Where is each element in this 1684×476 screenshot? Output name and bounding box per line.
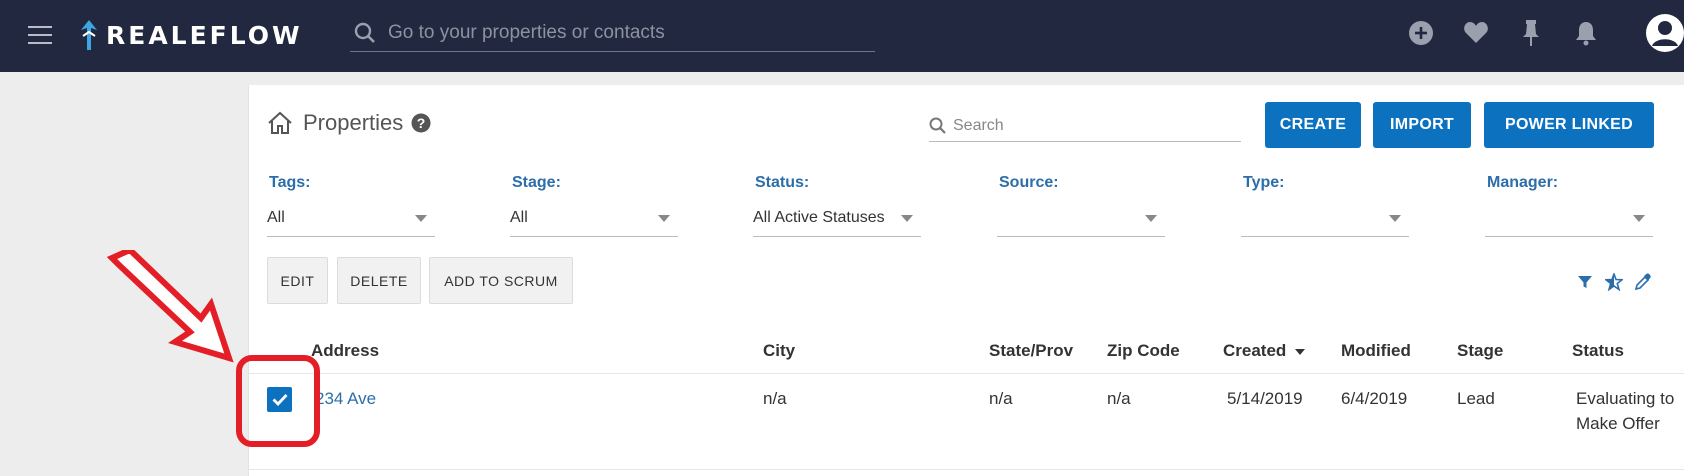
plus-circle-icon[interactable] [1406, 18, 1436, 48]
add-to-scrum-button[interactable]: ADD TO SCRUM [429, 257, 573, 304]
logo-mark-icon [81, 20, 97, 50]
search-icon [929, 117, 946, 134]
column-header-city[interactable]: City [763, 341, 795, 361]
chevron-down-icon [1145, 214, 1157, 222]
column-header-state[interactable]: State/Prov [989, 341, 1073, 361]
row-address-link[interactable]: 234 Ave [315, 389, 376, 409]
pin-icon[interactable] [1516, 18, 1546, 48]
chevron-down-icon [415, 214, 427, 222]
row-zip: n/a [1107, 389, 1131, 408]
create-button[interactable]: CREATE [1265, 102, 1361, 148]
table-row-divider [249, 469, 1684, 470]
eyedropper-icon[interactable] [1633, 272, 1653, 292]
chevron-down-icon [1389, 214, 1401, 222]
page-title-text: Properties [303, 110, 404, 135]
properties-search-input[interactable] [953, 116, 1233, 135]
row-created: 5/14/2019 [1227, 389, 1303, 408]
global-search[interactable] [350, 14, 875, 52]
chevron-down-icon [658, 214, 670, 222]
properties-search[interactable] [929, 110, 1241, 142]
heart-icon[interactable] [1461, 18, 1491, 48]
filter-stage-value: All [510, 209, 528, 226]
menu-icon[interactable] [28, 26, 52, 44]
row-modified: 6/4/2019 [1341, 389, 1408, 408]
user-avatar-icon[interactable] [1645, 13, 1684, 53]
row-city: n/a [763, 389, 787, 408]
house-icon [268, 111, 292, 134]
column-header-created[interactable]: Created [1223, 341, 1306, 361]
filter-type-select[interactable] [1241, 200, 1409, 237]
column-header-stage[interactable]: Stage [1457, 341, 1503, 361]
properties-panel: Properties ? CREATE IMPORT POWER LINKED … [248, 85, 1684, 476]
help-icon[interactable]: ? [411, 113, 431, 133]
filter-label-type: Type: [1243, 174, 1285, 191]
brand-name: REALEFLOW [106, 20, 303, 50]
filter-label-tags: Tags: [269, 174, 311, 191]
column-header-status[interactable]: Status [1572, 341, 1624, 361]
annotation-arrow-icon [106, 250, 234, 363]
page-title: Properties ? [267, 110, 431, 136]
delete-button[interactable]: DELETE [337, 257, 421, 304]
row-state: n/a [989, 389, 1013, 408]
column-header-created-label: Created [1223, 341, 1287, 360]
filter-label-status: Status: [755, 174, 810, 191]
filter-label-manager: Manager: [1487, 174, 1559, 191]
column-header-address[interactable]: Address [311, 341, 379, 361]
sort-desc-icon [1295, 348, 1306, 355]
filter-tags-value: All [267, 209, 285, 226]
global-search-input[interactable] [388, 21, 858, 44]
chevron-down-icon [901, 214, 913, 222]
power-linked-button[interactable]: POWER LINKED [1484, 102, 1654, 148]
column-header-zip[interactable]: Zip Code [1107, 341, 1180, 361]
search-icon [354, 22, 375, 43]
filter-tags-select[interactable]: All [267, 200, 435, 237]
star-edit-icon[interactable] [1604, 272, 1624, 292]
annotation-highlight-box [236, 355, 320, 447]
column-header-modified[interactable]: Modified [1341, 341, 1411, 361]
row-stage: Lead [1457, 389, 1495, 408]
brand-logo[interactable]: REALEFLOW [80, 18, 303, 52]
table-header-divider [249, 373, 1684, 374]
filter-source-select[interactable] [997, 200, 1165, 237]
bell-icon[interactable] [1571, 18, 1601, 48]
filter-icon[interactable] [1575, 272, 1595, 292]
filter-manager-select[interactable] [1485, 200, 1653, 237]
filter-status-value: All Active Statuses [753, 209, 885, 226]
chevron-down-icon [1633, 214, 1645, 222]
edit-button[interactable]: EDIT [267, 257, 328, 304]
svg-text:?: ? [417, 115, 426, 131]
filter-status-select[interactable]: All Active Statuses [753, 200, 921, 237]
filter-stage-select[interactable]: All [510, 200, 678, 237]
top-navigation-bar: REALEFLOW [0, 0, 1684, 72]
filter-label-source: Source: [999, 174, 1059, 191]
row-status: Evaluating to Make Offer [1576, 389, 1675, 433]
import-button[interactable]: IMPORT [1373, 102, 1471, 148]
filter-label-stage: Stage: [512, 174, 561, 191]
